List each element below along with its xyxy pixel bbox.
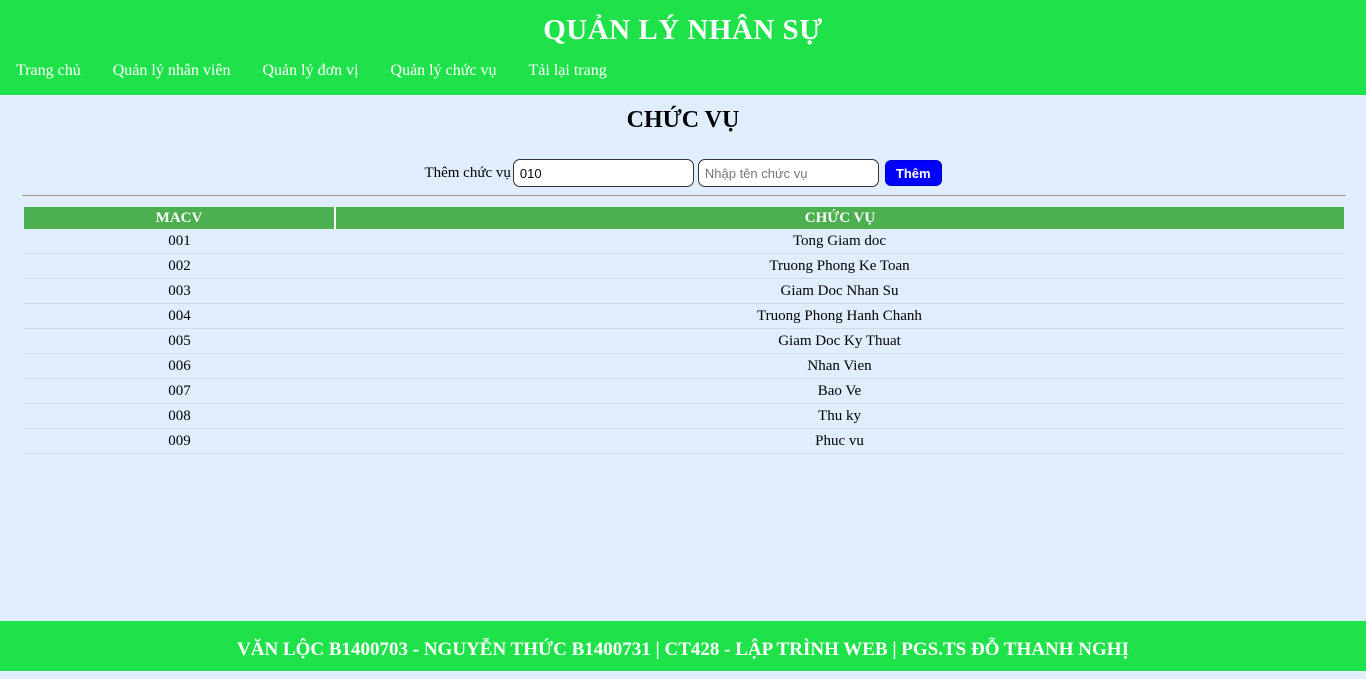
cell-chucvu: Truong Phong Hanh Chanh [335,303,1344,329]
add-button[interactable]: Thêm [884,160,942,186]
position-code-input[interactable] [512,159,694,187]
table-row: 002 Truong Phong Ke Toan [24,253,1344,279]
cell-chucvu: Truong Phong Ke Toan [335,253,1344,279]
position-name-input[interactable] [697,159,879,187]
column-header-macv: MACV [24,207,336,229]
cell-chucvu: Nhan Vien [335,353,1344,379]
add-position-label: Thêm chức vụ [424,164,511,181]
cell-macv: 008 [24,403,335,429]
cell-chucvu: Tong Giam doc [335,229,1344,254]
column-header-chucvu: CHỨC VỤ [335,207,1344,229]
add-position-form: Thêm chức vụ Thêm [0,159,1366,187]
nav-item-departments[interactable]: Quản lý đơn vị [263,60,359,82]
table-row: 007 Bao Ve [24,378,1344,404]
table-row: 009 Phuc vu [24,428,1344,454]
cell-macv: 007 [24,378,335,404]
table-row: 008 Thu ky [24,403,1344,429]
positions-table-wrap: MACV CHỨC VỤ 001 Tong Giam doc 002 Truon… [24,207,1344,454]
nav-item-positions[interactable]: Quản lý chức vụ [391,60,497,82]
table-row: 005 Giam Doc Ky Thuat [24,328,1344,354]
table-row: 003 Giam Doc Nhan Su [24,278,1344,304]
cell-chucvu: Thu ky [335,403,1344,429]
page-title: CHỨC VỤ [626,107,740,133]
table-row: 006 Nhan Vien [24,353,1344,379]
site-title: QUẢN LÝ NHÂN SỰ [543,14,823,46]
cell-macv: 002 [24,253,335,279]
cell-macv: 009 [24,428,335,454]
cell-macv: 003 [24,278,335,304]
cell-chucvu: Phuc vu [335,428,1344,454]
nav-item-reload[interactable]: Tải lại trang [529,60,607,82]
footer-text: VĂN LỘC B1400703 - NGUYỄN THỨC B1400731 … [237,639,1129,660]
cell-macv: 006 [24,353,335,379]
table-row: 004 Truong Phong Hanh Chanh [24,303,1344,329]
cell-macv: 005 [24,328,335,354]
table-row: 001 Tong Giam doc [24,229,1344,254]
nav-item-employees[interactable]: Quản lý nhân viên [113,60,231,82]
cell-chucvu: Giam Doc Ky Thuat [335,328,1344,354]
cell-macv: 004 [24,303,335,329]
nav-item-home[interactable]: Trang chủ [16,60,81,82]
positions-table: MACV CHỨC VỤ 001 Tong Giam doc 002 Truon… [24,207,1344,454]
header: QUẢN LÝ NHÂN SỰ Trang chủ Quản lý nhân v… [0,0,1366,95]
main-nav: Trang chủ Quản lý nhân viên Quản lý đơn … [16,60,607,82]
footer: VĂN LỘC B1400703 - NGUYỄN THỨC B1400731 … [0,621,1366,671]
divider [22,195,1346,197]
table-header-row: MACV CHỨC VỤ [24,207,1344,229]
cell-macv: 001 [24,229,335,254]
cell-chucvu: Giam Doc Nhan Su [335,278,1344,304]
cell-chucvu: Bao Ve [335,378,1344,404]
